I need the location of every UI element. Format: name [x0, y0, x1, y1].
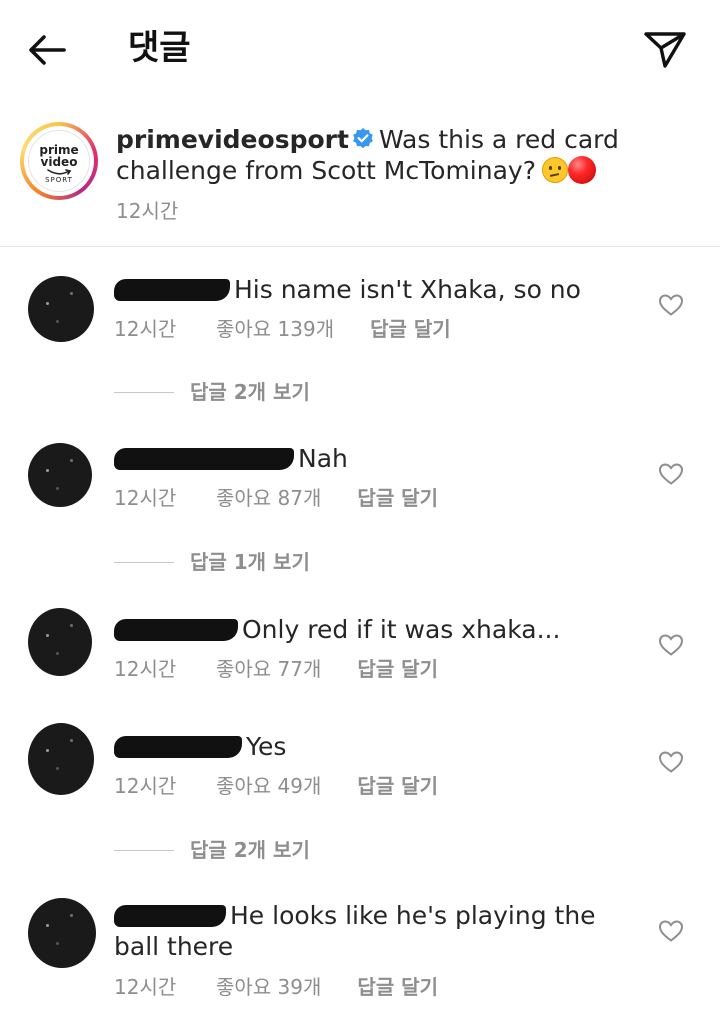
prime-video-sport-logo: prime video SPORT [28, 130, 90, 192]
redacted-username[interactable] [114, 279, 230, 301]
likes-count[interactable]: 좋아요 87개 [216, 485, 321, 511]
view-replies-button[interactable]: 답글 2개 보기 [114, 837, 514, 863]
comment-meta: 12시간 좋아요 139개 답글 달기 [114, 316, 451, 342]
likes-count[interactable]: 좋아요 49개 [216, 773, 321, 799]
comment-timestamp: 12시간 [114, 657, 177, 681]
comment-timestamp: 12시간 [114, 317, 177, 341]
top-bar: 댓글 [0, 0, 720, 100]
comment-text: Only red if it was xhaka... [242, 615, 561, 644]
comment-body: Only red if it was xhaka... [114, 614, 634, 645]
back-button[interactable] [22, 28, 74, 72]
page-title: 댓글 [128, 28, 191, 68]
comment-timestamp: 12시간 [114, 486, 177, 510]
comment-timestamp: 12시간 [114, 975, 177, 999]
reply-thread-line [114, 392, 174, 393]
heart-icon[interactable] [658, 919, 684, 943]
comment-meta: 12시간 좋아요 87개 답글 달기 [114, 485, 438, 511]
reply-button[interactable]: 답글 달기 [357, 773, 438, 799]
avatar[interactable] [28, 276, 94, 342]
post-caption: prime video SPORT primevideosport Was thi… [0, 112, 720, 246]
comment-timestamp: 12시간 [114, 774, 177, 798]
caption-text: primevideosport Was this a red card chall… [116, 124, 676, 186]
comment-text: Yes [246, 732, 287, 761]
red-circle-emoji [567, 156, 596, 184]
comment-text: His name isn't Xhaka, so no [234, 275, 581, 304]
comment-body: Yes [114, 731, 634, 762]
comment-body: Nah [114, 443, 634, 474]
redacted-username[interactable] [114, 736, 242, 758]
arrow-left-icon [29, 35, 66, 65]
reply-thread-line [114, 562, 174, 563]
reply-button[interactable]: 답글 달기 [370, 316, 451, 342]
reply-button[interactable]: 답글 달기 [357, 485, 438, 511]
likes-count[interactable]: 좋아요 139개 [216, 316, 334, 342]
reply-button[interactable]: 답글 달기 [357, 974, 438, 1000]
redacted-username[interactable] [114, 448, 294, 470]
redacted-username[interactable] [114, 619, 238, 641]
comment-meta: 12시간 좋아요 77개 답글 달기 [114, 656, 438, 682]
reply-button[interactable]: 답글 달기 [357, 656, 438, 682]
heart-icon[interactable] [658, 750, 684, 774]
view-replies-button[interactable]: 답글 1개 보기 [114, 549, 514, 575]
avatar[interactable] [28, 898, 96, 968]
comment-body: He looks like he's playing the ball ther… [114, 900, 634, 962]
view-replies-label: 답글 2개 보기 [190, 838, 310, 862]
avatar[interactable] [28, 723, 94, 795]
heart-icon[interactable] [658, 633, 684, 657]
view-replies-label: 답글 2개 보기 [190, 380, 310, 404]
paper-plane-icon [644, 32, 686, 68]
thinking-face-emoji [541, 157, 568, 183]
comment-body: His name isn't Xhaka, so no [114, 274, 634, 305]
likes-count[interactable]: 좋아요 39개 [216, 974, 321, 1000]
comment-meta: 12시간 좋아요 49개 답글 달기 [114, 773, 438, 799]
avatar[interactable]: prime video SPORT [20, 122, 98, 200]
view-replies-label: 답글 1개 보기 [190, 550, 310, 574]
likes-count[interactable]: 좋아요 77개 [216, 656, 321, 682]
caption-timestamp: 12시간 [116, 199, 179, 223]
redacted-username[interactable] [114, 905, 226, 927]
avatar[interactable] [28, 443, 92, 507]
comment-text: Nah [298, 444, 348, 473]
heart-icon[interactable] [658, 293, 684, 317]
share-button[interactable] [640, 26, 690, 72]
reply-thread-line [114, 850, 174, 851]
divider [0, 246, 720, 247]
heart-icon[interactable] [658, 462, 684, 486]
logo-text-video: video [40, 155, 78, 169]
comment-meta: 12시간 좋아요 39개 답글 달기 [114, 974, 438, 1000]
avatar[interactable] [28, 608, 92, 676]
verified-badge-icon [353, 128, 373, 149]
username[interactable]: primevideosport [116, 125, 349, 154]
logo-text-sport: SPORT [45, 176, 73, 184]
view-replies-button[interactable]: 답글 2개 보기 [114, 379, 514, 405]
